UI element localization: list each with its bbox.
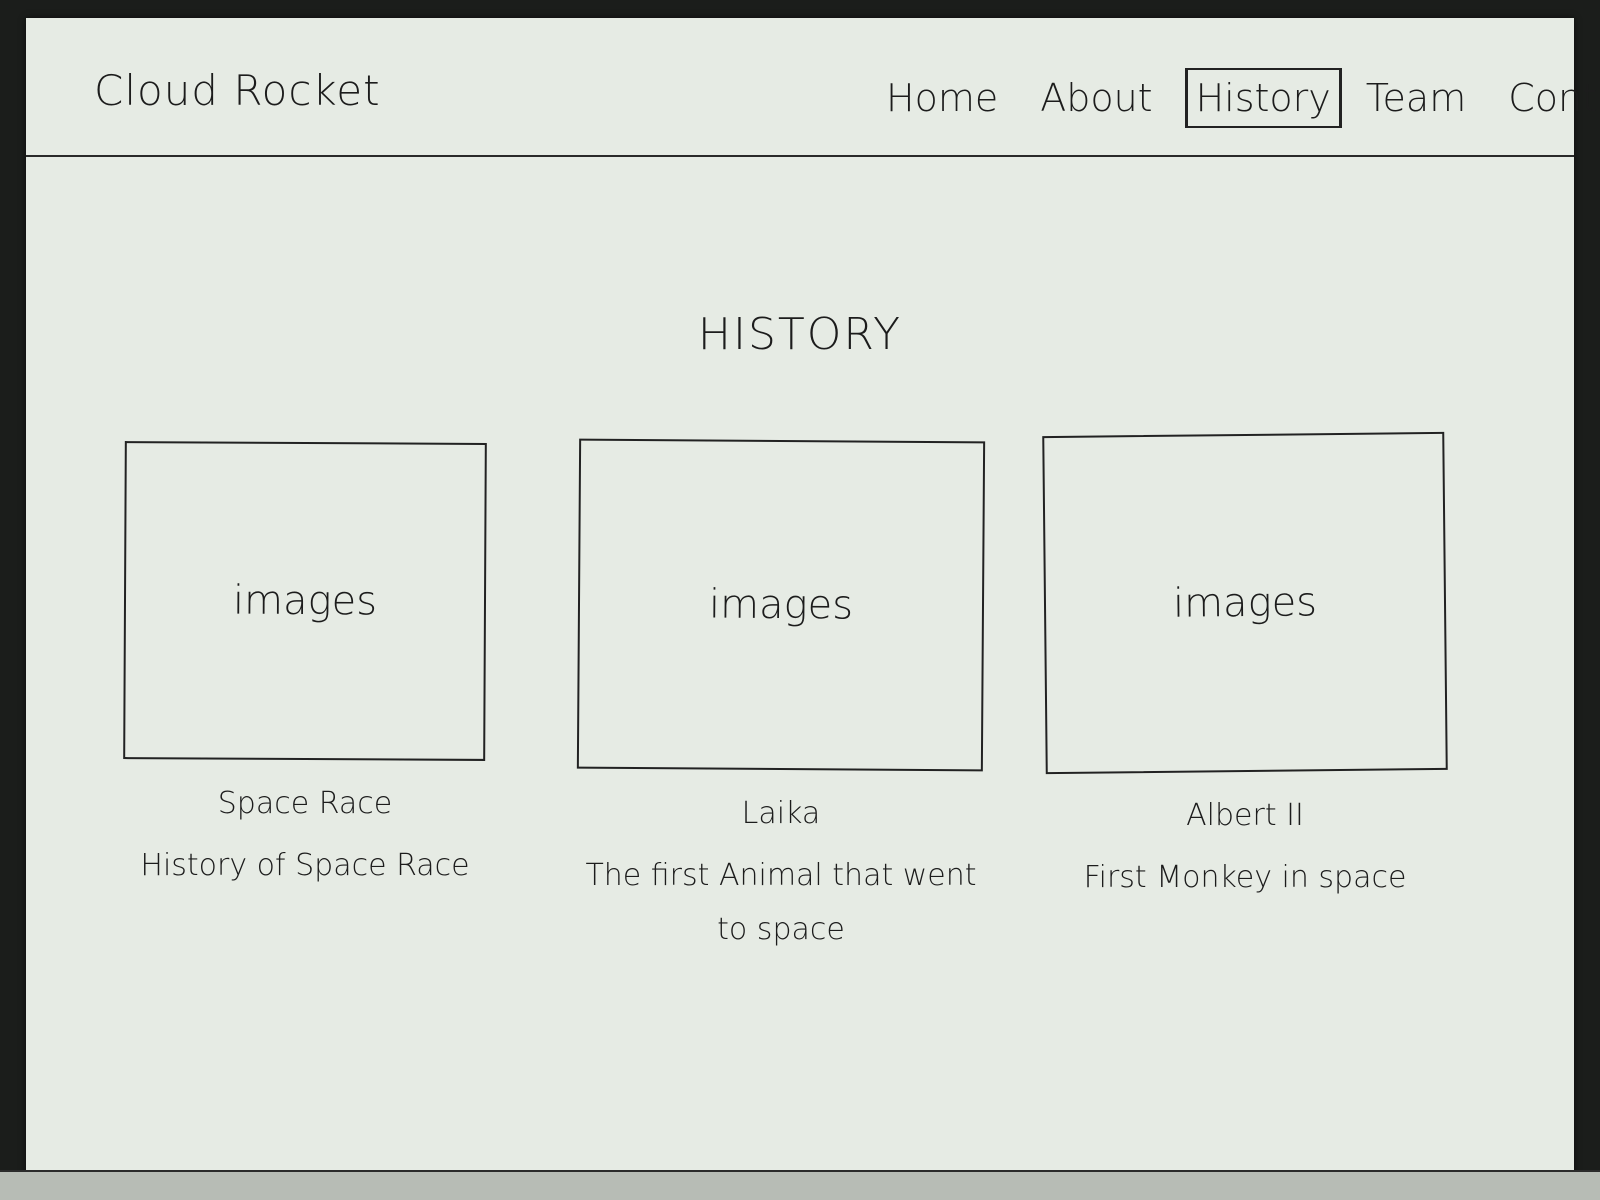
image-placeholder-label: images: [708, 581, 854, 629]
card-title[interactable]: Laika: [578, 796, 984, 831]
nav-home[interactable]: Home: [876, 68, 1008, 128]
image-placeholder-label: images: [1172, 579, 1318, 627]
image-placeholder[interactable]: images: [1042, 431, 1448, 775]
nav-about[interactable]: About: [1030, 68, 1162, 128]
nav-team[interactable]: Team: [1356, 68, 1476, 128]
card-description: History of Space Race: [140, 848, 470, 883]
wireframe-sheet: Cloud Rocket Home About History Team Con…: [26, 18, 1600, 1178]
image-placeholder-label: images: [232, 577, 378, 625]
nav-history[interactable]: History: [1184, 68, 1342, 128]
card-description: The first Animal that went to space: [585, 858, 977, 947]
site-logo[interactable]: Cloud Rocket: [94, 66, 381, 115]
history-card-albert-ii[interactable]: images Albert II First Monkey in space: [1042, 431, 1448, 905]
card-description: First Monkey in space: [1083, 860, 1407, 895]
image-placeholder[interactable]: images: [123, 441, 487, 761]
card-title[interactable]: Space Race: [124, 786, 486, 821]
site-header: Cloud Rocket Home About History Team Con…: [26, 18, 1600, 157]
nav-contact[interactable]: Contact: [1498, 68, 1600, 128]
image-placeholder[interactable]: images: [576, 438, 986, 772]
page-title: HISTORY: [697, 309, 903, 361]
table-surface: [0, 1170, 1600, 1200]
main-nav: Home About History Team Contact: [876, 68, 1600, 128]
card-title[interactable]: Albert II: [1044, 798, 1446, 833]
history-card-laika[interactable]: images Laika The first Animal that went …: [576, 438, 986, 957]
history-card-space-race[interactable]: images Space Race History of Space Race: [123, 441, 487, 893]
